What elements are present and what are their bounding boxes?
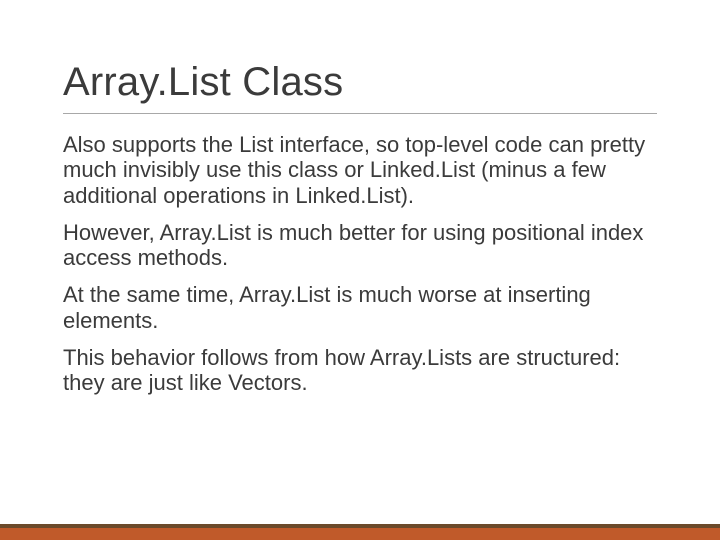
slide-footer — [0, 522, 720, 540]
slide-body: Also supports the List interface, so top… — [63, 132, 657, 396]
body-paragraph: However, Array.List is much better for u… — [63, 220, 657, 271]
title-rule — [63, 113, 657, 114]
footer-main-bar — [0, 528, 720, 540]
body-paragraph: Also supports the List interface, so top… — [63, 132, 657, 208]
slide-content: Array.List Class Also supports the List … — [63, 60, 657, 408]
body-paragraph: At the same time, Array.List is much wor… — [63, 282, 657, 333]
body-paragraph: This behavior follows from how Array.Lis… — [63, 345, 657, 396]
slide: Array.List Class Also supports the List … — [0, 0, 720, 540]
slide-title: Array.List Class — [63, 60, 657, 105]
